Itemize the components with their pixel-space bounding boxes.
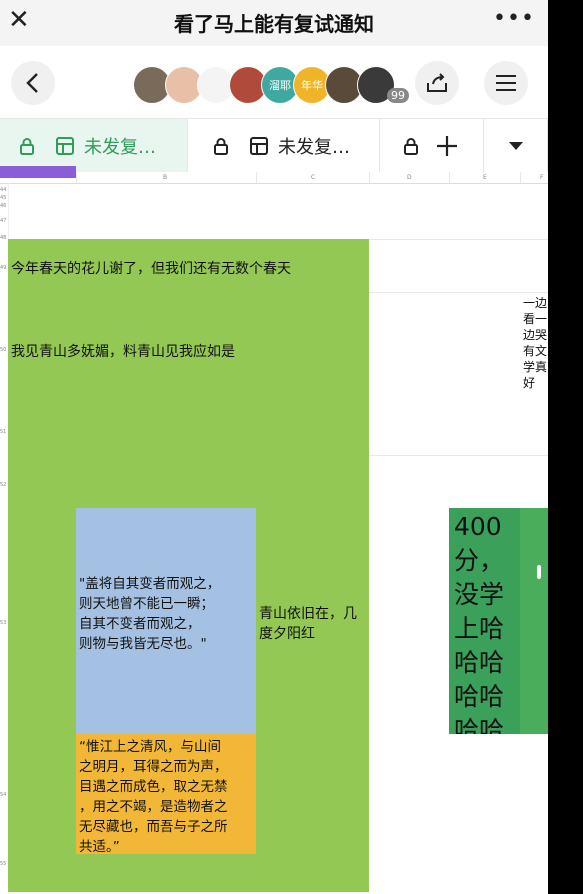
hamburger-icon (496, 75, 516, 91)
row-header: 51 (0, 429, 7, 435)
row-header: 52 (0, 482, 7, 488)
quote-cell-text: "盖将自其变者而观之， 则天地曾不能已一瞬； 自其不变者而观之， 则物与我皆无尽… (79, 576, 221, 652)
row-header: 54 (0, 792, 7, 798)
chevron-down-icon (508, 142, 523, 150)
more-icon[interactable]: ••• (493, 6, 535, 31)
share-icon (427, 73, 447, 92)
row-header: 49 (0, 265, 7, 271)
app-page: ✕ 看了马上能有复试通知 ••• 溜耶 年华 99 未发复… 未发复… B C … (0, 0, 548, 894)
teal-cell[interactable]: 400 分， 没学 上哈 哈哈 哈哈 哈哈 (449, 508, 520, 734)
green-cell[interactable] (520, 508, 548, 734)
toolbar: 溜耶 年华 99 (0, 52, 548, 114)
sheet-tab-label: 未发复… (278, 137, 350, 158)
cell-text: 青山依旧在，几 度夕阳红 (259, 606, 357, 642)
sheet-tab[interactable] (380, 119, 484, 173)
menu-button[interactable] (484, 61, 528, 105)
row-header: 44 (0, 187, 7, 193)
share-button[interactable] (415, 61, 459, 105)
sheet-tab-label: 未发复… (84, 137, 156, 158)
column-header: D (407, 174, 412, 181)
row-header: 53 (0, 620, 7, 626)
sheet-tabs: 未发复… 未发复… (0, 118, 548, 174)
page-title: 看了马上能有复试通知 (174, 12, 374, 36)
cell-text: 一边 看一 边哭 有文 学真 好 (523, 296, 547, 390)
row-header: 55 (0, 861, 7, 867)
column-header: B (163, 174, 168, 181)
lock-icon (20, 138, 34, 155)
cell-text: 今年春天的花儿谢了，但我们还有无数个春天 (11, 261, 291, 277)
row-header: 45 (0, 195, 7, 201)
lock-icon (404, 138, 418, 155)
row-header: 47 (0, 218, 7, 224)
sheet-icon (56, 137, 74, 155)
chevron-left-icon (26, 73, 38, 93)
back-button[interactable] (11, 61, 55, 105)
row-header: 48 (0, 235, 7, 241)
sheet-list-dropdown[interactable] (484, 119, 548, 173)
resize-handle[interactable] (537, 565, 541, 579)
add-sheet-icon[interactable] (436, 135, 458, 157)
row-header: 50 (0, 347, 7, 353)
column-header: F (540, 174, 544, 181)
cell-text: 我见青山多妩媚，料青山见我应如是 (11, 344, 235, 360)
top-bar: ✕ 看了马上能有复试通知 ••• (0, 0, 548, 46)
column-header: E (483, 174, 487, 181)
cell-text: 400 分， 没学 上哈 哈哈 哈哈 哈哈 (454, 512, 505, 734)
lock-icon (214, 138, 228, 155)
sheet-icon (250, 137, 268, 155)
column-header: C (311, 174, 316, 181)
avatar-overflow-badge: 99 (387, 88, 409, 103)
quote-cell-text: “惟江上之清风，与山间 之明月，耳得之而为声， 目遇之而成色，取之无禁 ，用之不… (79, 739, 228, 855)
row-header: 46 (0, 203, 7, 209)
spreadsheet-grid[interactable]: B C D E F 44 45 46 47 48 49 50 51 52 53 … (0, 166, 548, 894)
sheet-tab[interactable]: 未发复… (188, 119, 380, 173)
collaborator-avatars[interactable]: 溜耶 年华 99 (133, 66, 409, 106)
column-headers: B C D E F (0, 166, 548, 184)
selection-indicator (0, 166, 76, 178)
sheet-tab[interactable]: 未发复… (0, 119, 188, 173)
